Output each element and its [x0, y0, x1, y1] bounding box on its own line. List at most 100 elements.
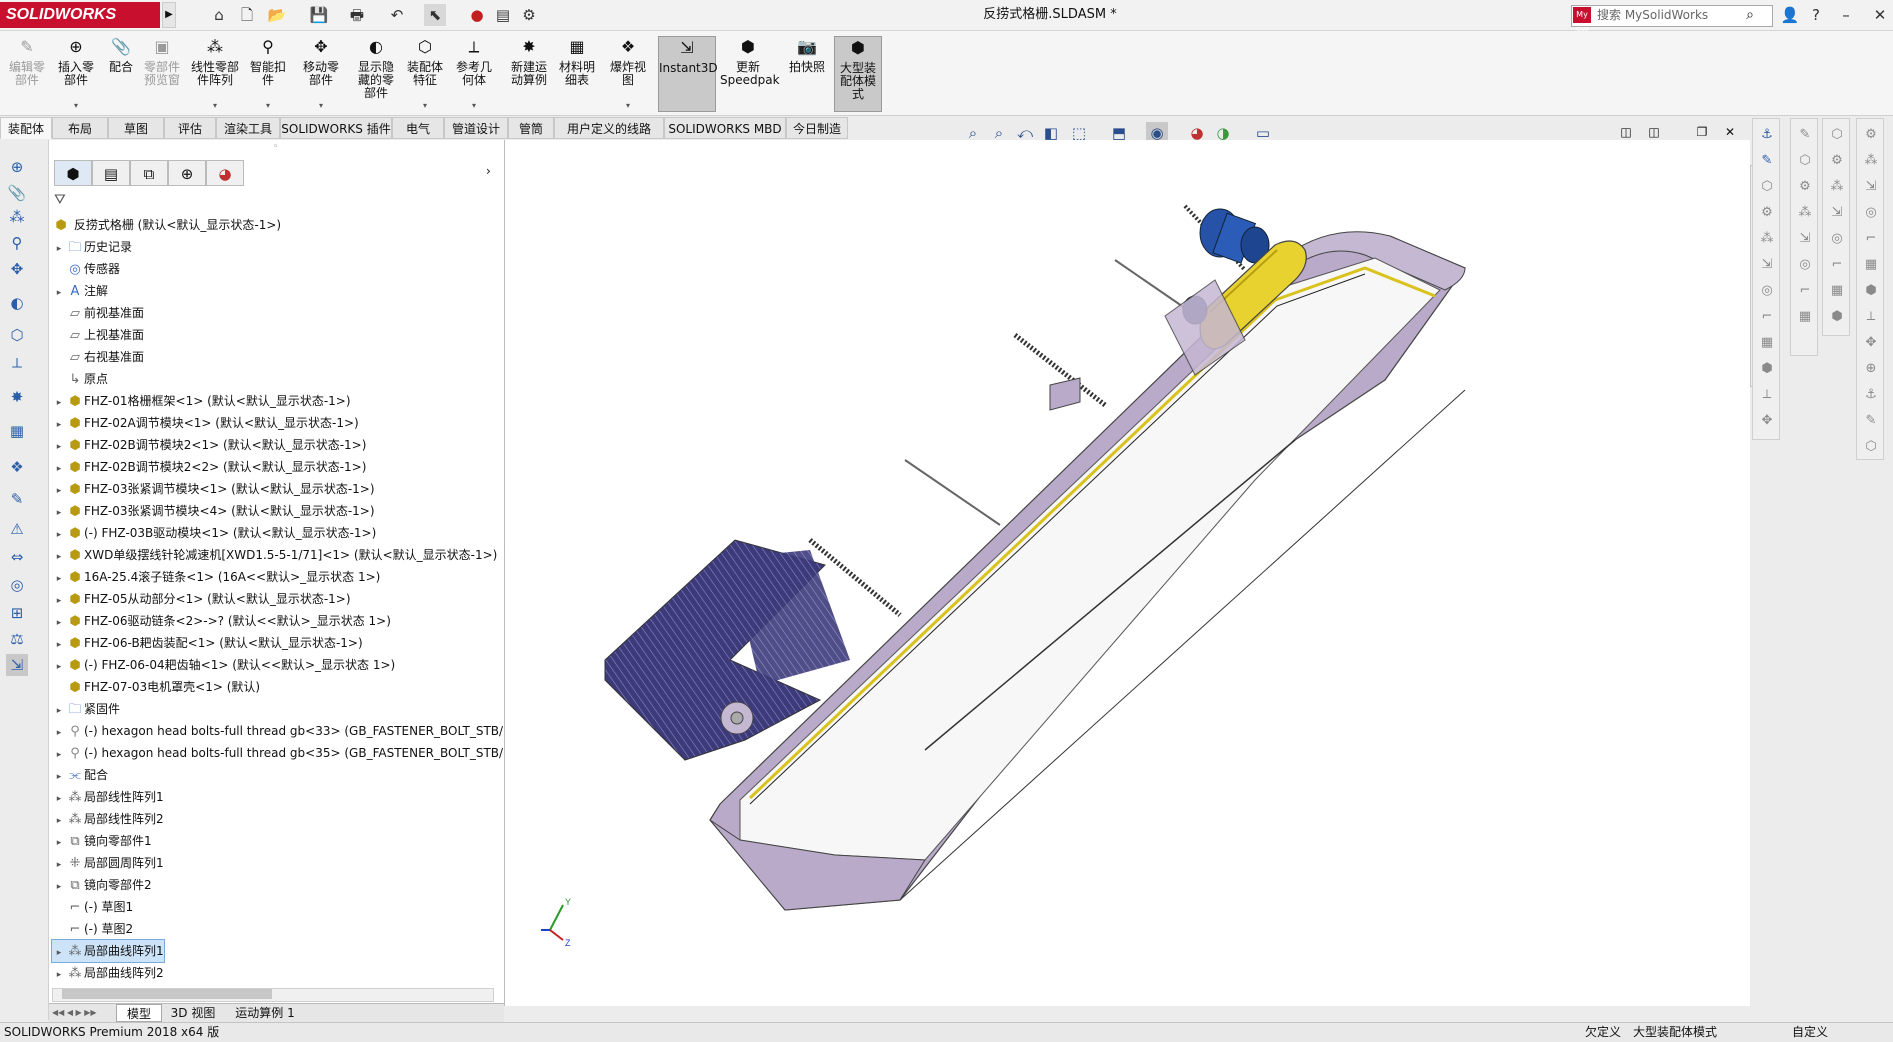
- dropdown-arrow-icon[interactable]: ▾: [402, 99, 448, 112]
- task-pane-tool-icon[interactable]: ⌐: [1859, 228, 1883, 250]
- task-pane-tool-icon[interactable]: ⇲: [1793, 228, 1817, 250]
- tab-11[interactable]: 今日制造: [786, 117, 848, 139]
- pattern-icon[interactable]: ⁂: [6, 206, 28, 228]
- task-pane-tool-icon[interactable]: ⌐: [1825, 254, 1849, 276]
- task-pane-tool-icon[interactable]: ⬡: [1859, 436, 1883, 458]
- graphics-area[interactable]: Y Z: [505, 140, 1750, 1006]
- tree-item[interactable]: ⬢ FHZ-07-03电机罩壳<1> (默认): [52, 676, 260, 698]
- tree-item[interactable]: ▸ ⬢ (-) FHZ-06-04耙齿轴<1> (默认<<默认>_显示状态 1>): [52, 654, 396, 676]
- tree-item[interactable]: ▸ ⚲ (-) hexagon head bolts-full thread gb<…: [52, 742, 503, 764]
- ribbon-button-assembly-feature[interactable]: ⬡ 装配体 特征 ▾: [402, 36, 448, 112]
- dropdown-arrow-icon[interactable]: ▾: [450, 99, 498, 112]
- tree-item[interactable]: ↳ 原点: [52, 368, 108, 390]
- measure-icon[interactable]: ⊞: [6, 602, 28, 624]
- tree-item[interactable]: ▸ ⬢ FHZ-02B调节模块2<1> (默认<默认_显示状态-1>): [52, 434, 367, 458]
- task-pane-tool-icon[interactable]: ✥: [1859, 332, 1883, 354]
- scrollbar-thumb[interactable]: [62, 989, 272, 999]
- tree-item[interactable]: ▸ ⬢ FHZ-01格栅框架<1> (默认<默认_显示状态-1>): [52, 390, 351, 412]
- expand-arrow-icon[interactable]: ▸: [52, 458, 66, 480]
- expand-arrow-icon[interactable]: ▸: [52, 964, 66, 986]
- ribbon-button-exploded-view[interactable]: ❖ 爆炸视图 ▾: [604, 36, 652, 112]
- interference-icon[interactable]: ⚠: [6, 518, 28, 540]
- tab-3[interactable]: 评估: [164, 117, 216, 139]
- tab-7[interactable]: 管道设计: [444, 117, 508, 139]
- task-pane-tool-icon[interactable]: ⬡: [1825, 124, 1849, 146]
- minimize-icon[interactable]: –: [1834, 3, 1858, 27]
- task-pane-tool-icon[interactable]: ▦: [1859, 254, 1883, 276]
- expand-arrow-icon[interactable]: ▸: [52, 568, 66, 590]
- task-pane-tool-icon[interactable]: ⁂: [1859, 150, 1883, 172]
- task-pane-tool-icon[interactable]: ⚙: [1859, 124, 1883, 146]
- ribbon-button-speedpak[interactable]: ⬢ 更新 Speedpak: [720, 36, 780, 112]
- panel-expand-arrow-icon[interactable]: ›: [486, 164, 491, 178]
- close-window-icon[interactable]: ✕: [1868, 3, 1892, 27]
- traffic-light-icon[interactable]: ●: [466, 4, 488, 26]
- tab-1[interactable]: 布局: [52, 117, 108, 139]
- task-pane-tool-icon[interactable]: ✥: [1755, 410, 1779, 432]
- smart-fastener-icon[interactable]: ⚲: [6, 232, 28, 254]
- expand-arrow-icon[interactable]: ▸: [52, 810, 66, 832]
- tree-item[interactable]: ▱ 右视基准面: [52, 346, 144, 368]
- expand-arrow-icon[interactable]: ▸: [52, 612, 66, 634]
- bom-icon[interactable]: ▦: [6, 420, 28, 442]
- expand-arrow-icon[interactable]: ▸: [52, 744, 66, 766]
- task-pane-tool-icon[interactable]: ◎: [1793, 254, 1817, 276]
- print-icon[interactable]: 🖶: [346, 4, 368, 26]
- task-pane-tool-icon[interactable]: ◎: [1825, 228, 1849, 250]
- ribbon-button-mate[interactable]: 📎 配合: [104, 36, 138, 112]
- tree-item[interactable]: ⌐ (-) 草图2: [52, 918, 134, 940]
- expand-arrow-icon[interactable]: ▸: [52, 414, 66, 436]
- tab-5[interactable]: SOLIDWORKS 插件: [280, 117, 392, 139]
- undo-icon[interactable]: ↶: [386, 4, 408, 26]
- tree-item[interactable]: ▸ ⁜ 局部圆周阵列1: [52, 852, 164, 874]
- expand-arrow-icon[interactable]: ▸: [52, 502, 66, 524]
- expand-arrow-icon[interactable]: ▸: [52, 634, 66, 656]
- tree-item[interactable]: ▸ ⚲ (-) hexagon head bolts-full thread gb<…: [52, 720, 503, 742]
- options-gear-icon[interactable]: ⚙: [518, 4, 540, 26]
- dropdown-arrow-icon[interactable]: ▾: [186, 99, 244, 112]
- bottom-tab-2[interactable]: 运动算例 1: [224, 1004, 306, 1022]
- task-pane-tool-icon[interactable]: ⬢: [1859, 280, 1883, 302]
- task-pane-tool-icon[interactable]: ⬢: [1755, 358, 1779, 380]
- task-pane-tool-icon[interactable]: ◎: [1859, 202, 1883, 224]
- save-icon[interactable]: 💾: [308, 4, 330, 26]
- tab-10[interactable]: SOLIDWORKS MBD: [664, 117, 786, 139]
- open-file-icon[interactable]: 📂: [266, 4, 288, 26]
- expand-arrow-icon[interactable]: ▸: [52, 788, 66, 810]
- ribbon-button-snapshot[interactable]: 📷 拍快照: [784, 36, 830, 112]
- expand-arrow-icon[interactable]: ▸: [52, 436, 66, 458]
- menu-expand-arrow[interactable]: ▶: [162, 2, 176, 28]
- expand-arrow-icon[interactable]: ▸: [52, 722, 66, 744]
- tree-item[interactable]: ▸ 🗀 历史记录: [52, 236, 132, 258]
- ribbon-button-move-component[interactable]: ✥ 移动零 部件 ▾: [296, 36, 346, 112]
- tree-item[interactable]: ▸ ⬢ FHZ-02B调节模块2<2> (默认<默认_显示状态-1>): [52, 456, 367, 480]
- expand-arrow-icon[interactable]: ▸: [52, 282, 66, 304]
- task-pane-tool-icon[interactable]: ⚙: [1793, 176, 1817, 198]
- configurationmanager-tab-icon[interactable]: ⧉: [130, 160, 168, 186]
- reference-geometry-icon[interactable]: ⟂: [6, 352, 28, 374]
- large-assembly-status[interactable]: 大型装配体模式: [1633, 1023, 1717, 1042]
- tree-item[interactable]: ▸ 🗀 紧固件: [52, 698, 120, 720]
- viewport-close-icon[interactable]: ✕: [1722, 124, 1738, 140]
- dimxpert-tab-icon[interactable]: ⊕: [168, 160, 206, 186]
- tree-item[interactable]: ▸ ⬢ FHZ-05从动部分<1> (默认<默认_显示状态-1>): [52, 588, 351, 610]
- tab-2[interactable]: 草图: [108, 117, 164, 139]
- task-pane-tool-icon[interactable]: ⁂: [1793, 202, 1817, 224]
- assembly-feature-icon[interactable]: ⬡: [6, 324, 28, 346]
- task-pane-tool-icon[interactable]: ⚙: [1755, 202, 1779, 224]
- tree-item[interactable]: ▸ ⬢ (-) FHZ-03B驱动模块<1> (默认<默认_显示状态-1>): [52, 522, 377, 544]
- explode-line-icon[interactable]: ✎: [6, 488, 28, 510]
- tree-item[interactable]: ▸ ⬢ FHZ-06-B耙齿装配<1> (默认<默认_显示状态-1>): [52, 632, 363, 654]
- insert-component-icon[interactable]: ⊕: [6, 156, 28, 178]
- task-pane-tool-icon[interactable]: ⚓: [1859, 384, 1883, 406]
- new-file-icon[interactable]: 🗋: [236, 4, 258, 26]
- tab-4[interactable]: 渲染工具: [216, 117, 280, 139]
- task-pane-tool-icon[interactable]: ⁂: [1825, 176, 1849, 198]
- task-pane-tool-icon[interactable]: ◎: [1755, 280, 1779, 302]
- task-pane-tool-icon[interactable]: ▦: [1825, 280, 1849, 302]
- task-pane-tool-icon[interactable]: ✎: [1793, 124, 1817, 146]
- task-pane-tool-icon[interactable]: ⚓: [1755, 124, 1779, 146]
- tree-item[interactable]: ▸ ⁂ 局部曲线阵列1: [51, 939, 165, 963]
- tree-item[interactable]: ▸ ⁂ 局部线性阵列2: [52, 808, 164, 830]
- task-pane-tool-icon[interactable]: ⇲: [1859, 176, 1883, 198]
